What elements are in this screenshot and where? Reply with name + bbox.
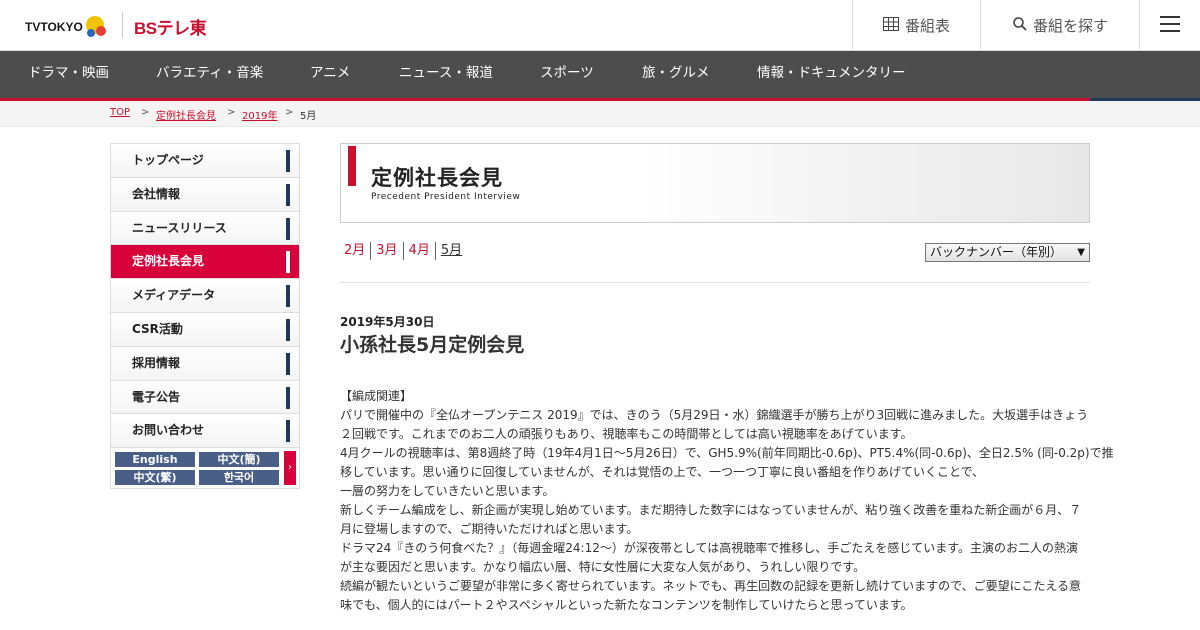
site-header: TVTOKYO BSテレ東 番組表 番組を探す xyxy=(0,0,1200,51)
nav-item-sports[interactable]: スポーツ xyxy=(540,51,594,98)
chevron-right-icon[interactable]: › xyxy=(284,451,296,486)
nav-item-news[interactable]: ニュース・報道 xyxy=(399,51,493,98)
month-tabs: 2月 3月 4月 5月 xyxy=(340,242,467,260)
tv-tokyo-logo[interactable]: TVTOKYO xyxy=(25,13,117,45)
sidebar-item-label: 定例社長会見 xyxy=(132,254,205,269)
sidebar-item-label: ニュースリリース xyxy=(132,220,227,235)
sidebar-item-marker xyxy=(286,251,290,274)
sidebar-item-public-notice[interactable]: 電子公告 xyxy=(111,380,299,415)
sidebar-item-marker xyxy=(286,318,290,341)
month-link-feb[interactable]: 2月 xyxy=(340,242,370,260)
article-line: 新しくチーム編成をし、新企画が実現し始めています。まだ期待した数字にはなっていま… xyxy=(340,503,1082,517)
sidebar-item-media-data[interactable]: メディアデータ xyxy=(111,279,299,313)
article-line: が主な要因だと思います。かなり幅広い層、特に女性層に大変な人気があり、うれしい限… xyxy=(340,560,866,574)
sidebar-item-marker xyxy=(286,217,290,240)
article-line: ドラマ24『きのう何食べた？』（毎週金曜24:12～）が深夜帯としては高視聴率で… xyxy=(340,541,1079,555)
lang-korean[interactable]: 한국어 xyxy=(199,470,279,486)
breadcrumb-separator: > xyxy=(227,107,236,118)
program-search-button[interactable]: 番組を探す xyxy=(980,0,1140,51)
breadcrumb-year[interactable]: 2019年 xyxy=(242,107,277,122)
article-line: 一層の努力をしていきたいと思います。 xyxy=(340,484,555,498)
sidebar-item-label: 採用情報 xyxy=(132,355,181,370)
sidebar-item-csr[interactable]: CSR活動 xyxy=(111,312,299,347)
hamburger-icon xyxy=(1160,15,1180,36)
page-title-banner: 定例社長会見 Precedent President Interview xyxy=(340,143,1090,223)
sidebar-item-label: CSR活動 xyxy=(132,321,183,336)
sidebar-item-company[interactable]: 会社情報 xyxy=(111,177,299,212)
page-title: 定例社長会見 xyxy=(371,166,503,190)
title-accent-bar xyxy=(348,146,356,186)
dropdown-caret-icon: ▼ xyxy=(1077,247,1085,258)
nav-item-drama[interactable]: ドラマ・映画 xyxy=(28,51,109,98)
grid-icon xyxy=(882,16,899,35)
article-line: 続編が観たいというご要望が非常に多く寄せられています。ネットでも、再生回数の記録… xyxy=(340,579,1082,593)
nav-item-travel[interactable]: 旅・グルメ xyxy=(642,51,710,98)
nav-item-anime[interactable]: アニメ xyxy=(310,51,350,98)
article-title: 小孫社長5月定例会見 xyxy=(340,334,525,356)
breadcrumb-current: 5月 xyxy=(300,111,317,122)
article-date: 2019年5月30日 xyxy=(340,315,435,329)
lang-english[interactable]: English xyxy=(115,452,195,468)
lang-chinese-simplified[interactable]: 中文(簡) xyxy=(199,452,279,468)
breadcrumb-separator: > xyxy=(285,107,294,118)
corporate-sidebar: トップページ 会社情報 ニュースリリース 定例社長会見 メディアデータ CSR活… xyxy=(110,143,300,490)
article-line: 味でも、個人的にはパート２やスペシャルといった新たなコンテンツを制作していけたら… xyxy=(340,598,913,612)
language-links: English 中文(簡) 中文(繁) 한국어 › xyxy=(111,448,299,489)
schedule-button[interactable]: 番組表 xyxy=(852,0,980,51)
nav-item-variety[interactable]: バラエティ・音楽 xyxy=(156,51,263,98)
sidebar-item-label: 電子公告 xyxy=(132,389,181,404)
article-line: 移しています。思い通りに回復していませんが、それは覚悟の上で、一つ一つ丁寧に良い… xyxy=(340,465,985,479)
divider xyxy=(340,282,1090,283)
sidebar-item-marker xyxy=(286,150,290,172)
sidebar-item-marker xyxy=(286,285,290,308)
sidebar-item-top[interactable]: トップページ xyxy=(111,144,299,178)
schedule-label: 番組表 xyxy=(904,17,950,35)
sidebar-item-label: メディアデータ xyxy=(132,288,216,303)
lang-chinese-traditional[interactable]: 中文(繁) xyxy=(115,470,195,486)
svg-text:TVTOKYO: TVTOKYO xyxy=(25,20,83,34)
bs-tv-tokyo-logo[interactable]: BSテレ東 xyxy=(134,14,207,39)
logo-divider xyxy=(122,12,123,38)
breadcrumb-top[interactable]: TOP xyxy=(110,107,130,118)
sidebar-item-contact[interactable]: お問い合わせ xyxy=(111,414,299,449)
sidebar-item-marker xyxy=(286,386,290,409)
sidebar-item-president-interview[interactable]: 定例社長会見 xyxy=(111,245,299,280)
menu-button[interactable] xyxy=(1139,0,1200,51)
article-line: パリで開催中の『全仏オープンテニス 2019』では、きのう（5月29日・水）錦織… xyxy=(340,408,1089,422)
sidebar-item-label: 会社情報 xyxy=(132,186,181,201)
page-subtitle: Precedent President Interview xyxy=(371,192,521,202)
sidebar-item-marker xyxy=(286,183,290,206)
sidebar-item-label: お問い合わせ xyxy=(132,423,205,438)
genre-nav: ドラマ・映画 バラエティ・音楽 アニメ ニュース・報道 スポーツ 旅・グルメ 情… xyxy=(0,51,1200,98)
month-link-may[interactable]: 5月 xyxy=(434,242,467,260)
backnumber-select[interactable]: バックナンバー（年別） ▼ xyxy=(925,243,1090,262)
breadcrumb-president-interview[interactable]: 定例社長会見 xyxy=(156,107,216,122)
month-link-mar[interactable]: 3月 xyxy=(370,242,402,260)
article-body: 【編成関連】 パリで開催中の『全仏オープンテニス 2019』では、きのう（5月2… xyxy=(340,387,1114,615)
sidebar-item-recruit[interactable]: 採用情報 xyxy=(111,346,299,381)
nav-item-documentary[interactable]: 情報・ドキュメンタリー xyxy=(757,51,906,98)
breadcrumb: TOP > 定例社長会見 > 2019年 > 5月 xyxy=(0,101,1200,127)
search-icon xyxy=(1013,16,1027,35)
month-link-apr[interactable]: 4月 xyxy=(402,242,435,260)
article-line: ２回戦です。これまでのお二人の頑張りもあり、視聴率もこの時間帯としては高い視聴率… xyxy=(340,427,913,441)
sidebar-item-label: トップページ xyxy=(132,153,204,167)
sidebar-item-marker xyxy=(286,420,290,443)
backnumber-label: バックナンバー（年別） xyxy=(930,245,1063,259)
sidebar-item-marker xyxy=(286,352,290,375)
search-label: 番組を探す xyxy=(1032,17,1108,35)
article-line: 月に登場しますので、ご期待いただければと思います。 xyxy=(340,522,639,536)
article-line: 【編成関連】 xyxy=(340,389,413,403)
breadcrumb-separator: > xyxy=(141,107,150,118)
article-line: 4月クールの視聴率は、第8週終了時（19年4月1日～5月26日）で、GH5.9%… xyxy=(340,446,1114,460)
sidebar-item-news-release[interactable]: ニュースリリース xyxy=(111,211,299,246)
